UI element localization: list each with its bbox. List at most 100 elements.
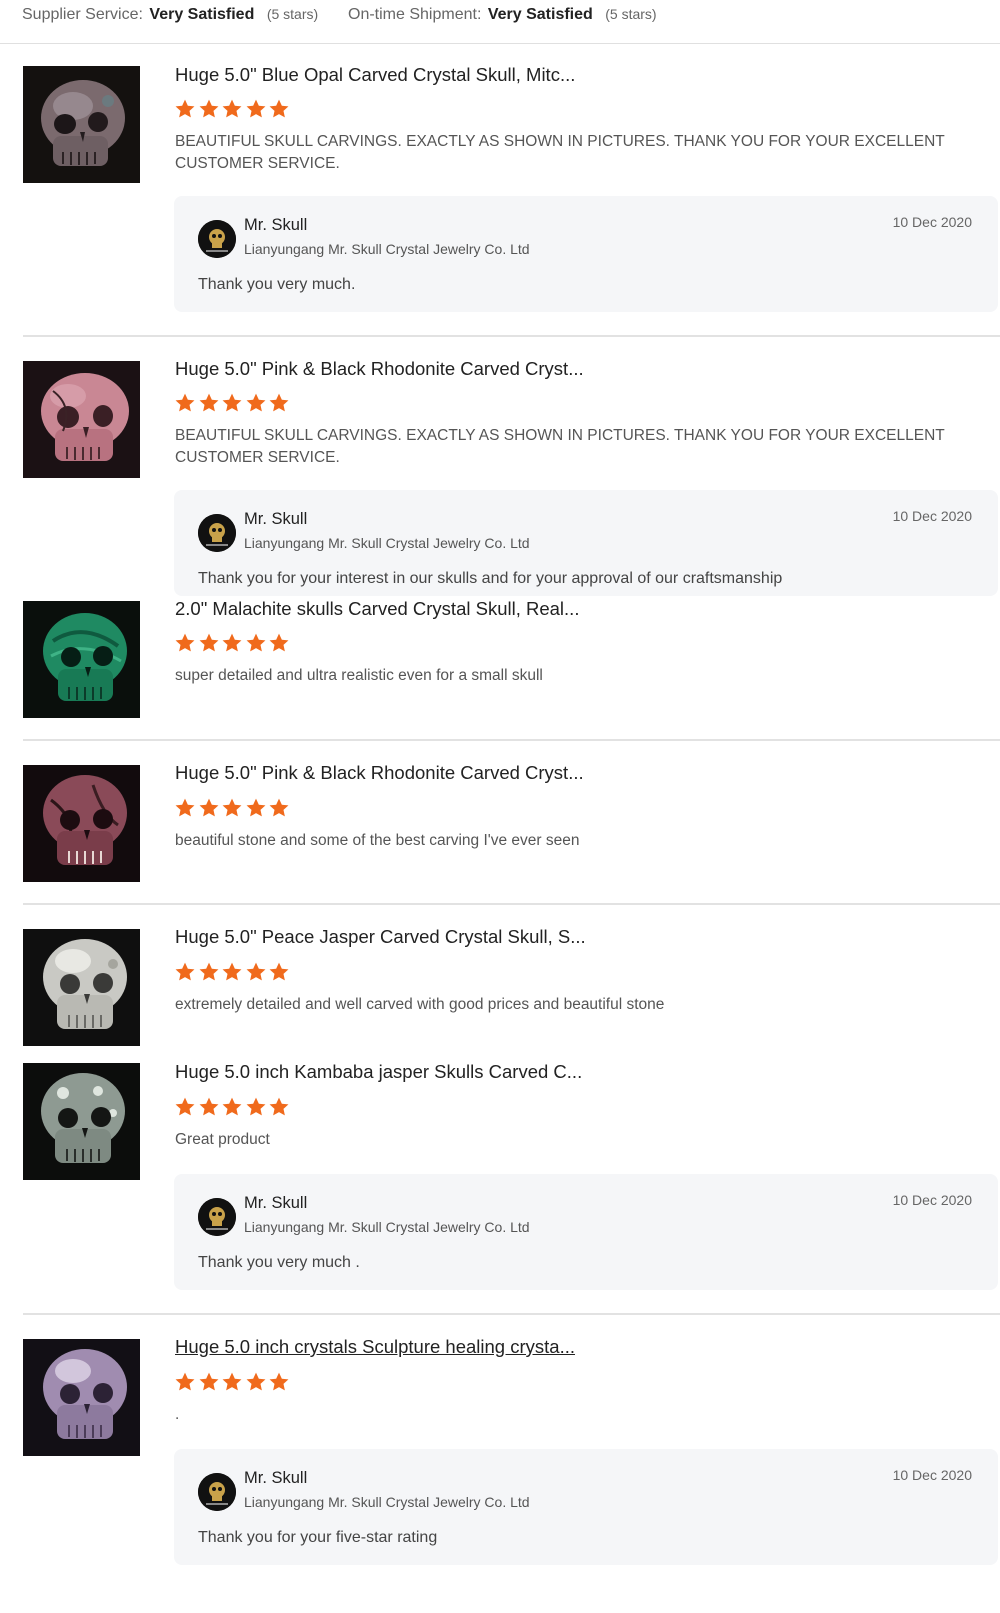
supplier-service-value: Very Satisfied [149,6,255,23]
star-icon [268,797,292,820]
star-icon [268,98,292,121]
review-comment: beautiful stone and some of the best car… [175,832,580,849]
skull-logo-icon [198,220,236,258]
reply-date: 10 Dec 2020 [892,1192,972,1208]
review-comment: extremely detailed and well carved with … [175,996,665,1013]
star-icon [198,98,222,121]
reply-text: Thank you for your interest in our skull… [198,570,783,587]
product-title[interactable]: Huge 5.0" Pink & Black Rhodonite Carved … [175,358,584,380]
rhodonite-skull-image [23,765,140,882]
supplier-avatar [198,514,236,552]
star-icon [174,632,198,655]
product-title[interactable]: Huge 5.0" Pink & Black Rhodonite Carved … [175,762,584,784]
star-icon [268,1096,292,1119]
skull-logo-icon [198,1473,236,1511]
star-icon [174,1371,198,1394]
supplier-company: Lianyungang Mr. Skull Crystal Jewelry Co… [244,535,530,551]
product-title[interactable]: Huge 5.0" Blue Opal Carved Crystal Skull… [175,64,575,86]
review-divider [23,335,1000,337]
star-icon [268,961,292,984]
star-icon [198,392,222,415]
star-icon [198,1371,222,1394]
reply-text: Thank you very much. [198,276,356,293]
star-icon [174,392,198,415]
review-comment: BEAUTIFUL SKULL CARVINGS. EXACTLY AS SHO… [175,133,945,172]
rating-summary-bar: Supplier Service: Very Satisfied (5 star… [0,0,1000,44]
product-title[interactable]: 2.0" Malachite skulls Carved Crystal Sku… [175,598,579,620]
star-icon [174,961,198,984]
review-comment: BEAUTIFUL SKULL CARVINGS. EXACTLY AS SHO… [175,427,945,466]
product-title-link[interactable]: Huge 5.0 inch crystals Sculpture healing… [175,1336,575,1358]
supplier-reply: Mr. Skull Lianyungang Mr. Skull Crystal … [174,196,998,312]
amethyst-skull-image [23,1339,140,1456]
star-icon [221,98,245,121]
star-icon [174,1096,198,1119]
star-icon [245,98,269,121]
star-icon [221,632,245,655]
star-icon [221,961,245,984]
product-thumbnail[interactable] [23,601,140,718]
supplier-service-label: Supplier Service: [22,6,143,23]
shipment-label: On-time Shipment: [348,6,482,23]
product-thumbnail[interactable] [23,361,140,478]
skull-logo-icon [198,1198,236,1236]
supplier-company: Lianyungang Mr. Skull Crystal Jewelry Co… [244,1494,530,1510]
star-rating [174,98,292,124]
supplier-reply: Mr. Skull Lianyungang Mr. Skull Crystal … [174,1174,998,1290]
peace-jasper-skull-image [23,929,140,1046]
supplier-name: Mr. Skull [244,510,308,528]
blue-opal-skull-image [23,66,140,183]
review-comment: super detailed and ultra realistic even … [175,667,543,684]
review-divider [23,903,1000,905]
star-rating [174,1371,292,1397]
star-icon [221,392,245,415]
reply-text: Thank you for your five-star rating [198,1529,438,1546]
kambaba-jasper-skull-image [23,1063,140,1180]
star-rating [174,961,292,987]
product-thumbnail[interactable] [23,66,140,183]
star-icon [245,1096,269,1119]
star-rating [174,392,292,418]
star-icon [198,1096,222,1119]
star-icon [245,797,269,820]
product-thumbnail[interactable] [23,1339,140,1456]
star-icon [268,1371,292,1394]
star-rating [174,1096,292,1122]
supplier-avatar [198,1473,236,1511]
supplier-name: Mr. Skull [244,216,308,234]
star-rating [174,797,292,823]
supplier-avatar [198,1198,236,1236]
star-icon [221,797,245,820]
star-icon [198,632,222,655]
shipment-stars: (5 stars) [605,6,657,22]
product-thumbnail[interactable] [23,929,140,1046]
supplier-company: Lianyungang Mr. Skull Crystal Jewelry Co… [244,1219,530,1235]
star-icon [174,98,198,121]
star-icon [245,392,269,415]
review-divider [23,1313,1000,1315]
pink-rhodonite-skull-image [23,361,140,478]
star-icon [221,1096,245,1119]
reply-text: Thank you very much . [198,1254,360,1271]
review-comment: Great product [175,1131,270,1148]
reply-date: 10 Dec 2020 [892,1467,972,1483]
review-comment: . [175,1406,180,1423]
product-title[interactable]: Huge 5.0 inch Kambaba jasper Skulls Carv… [175,1061,582,1083]
supplier-reply: Mr. Skull Lianyungang Mr. Skull Crystal … [174,490,998,596]
reply-date: 10 Dec 2020 [892,214,972,230]
product-title[interactable]: Huge 5.0" Peace Jasper Carved Crystal Sk… [175,926,586,948]
star-icon [245,961,269,984]
product-thumbnail[interactable] [23,1063,140,1180]
product-thumbnail[interactable] [23,765,140,882]
star-icon [268,632,292,655]
star-icon [198,961,222,984]
supplier-name: Mr. Skull [244,1469,308,1487]
star-rating [174,632,292,658]
star-icon [245,1371,269,1394]
star-icon [268,392,292,415]
supplier-company: Lianyungang Mr. Skull Crystal Jewelry Co… [244,241,530,257]
supplier-reply: Mr. Skull Lianyungang Mr. Skull Crystal … [174,1449,998,1565]
star-icon [174,797,198,820]
star-icon [198,797,222,820]
shipment-value: Very Satisfied [487,6,593,23]
